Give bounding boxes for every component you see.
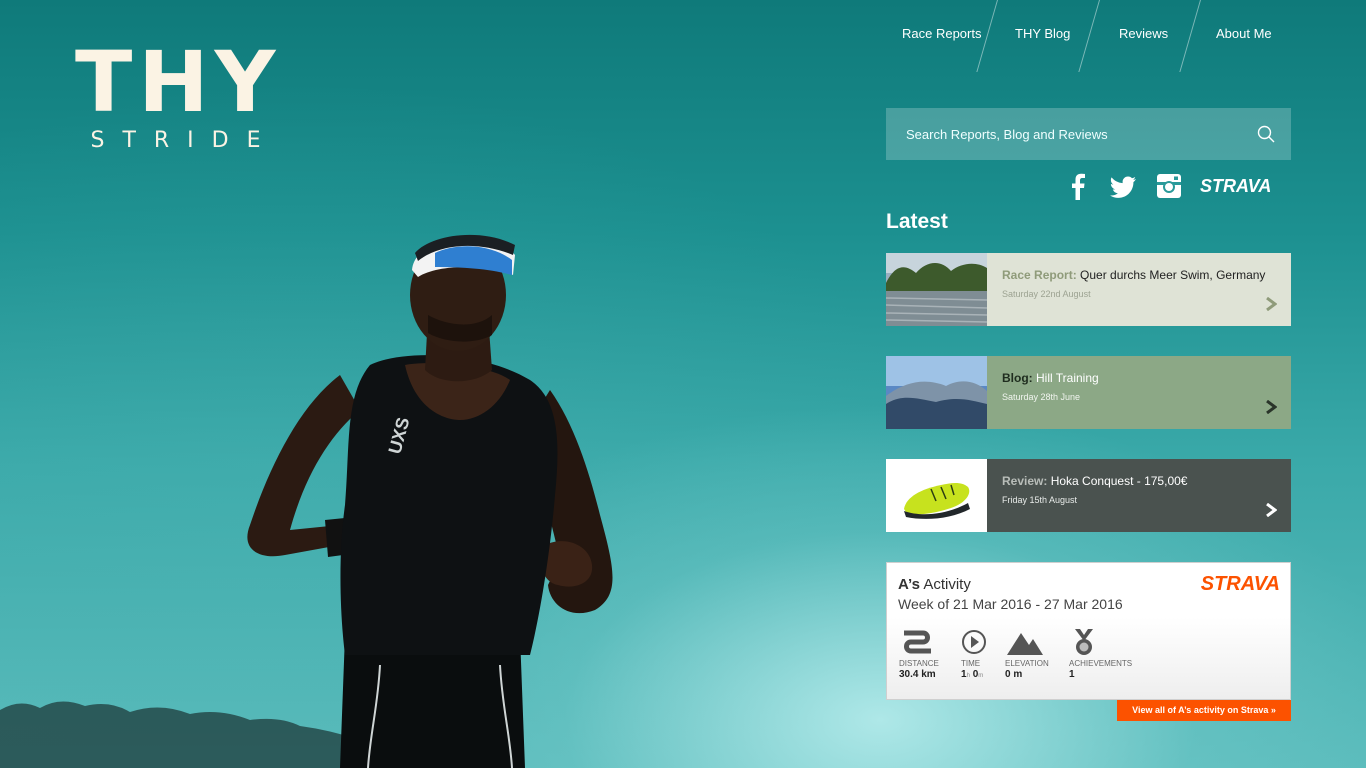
card-body: Review: Hoka Conquest - 175,00€ Friday 1… bbox=[987, 459, 1291, 532]
card-body: Race Report: Quer durchs Meer Swim, Germ… bbox=[987, 253, 1291, 326]
card-type-label: Blog: bbox=[1002, 371, 1033, 385]
search-input[interactable] bbox=[886, 108, 1246, 160]
nav-race-reports[interactable]: Race Reports bbox=[902, 26, 981, 41]
stat-distance: DISTANCE 30.4 km bbox=[899, 627, 939, 680]
main-nav: Race Reports THY Blog Reviews About Me bbox=[885, 0, 1295, 72]
stat-achievements: ACHIEVEMENTS 1 bbox=[1069, 627, 1132, 680]
facebook-icon[interactable] bbox=[1068, 172, 1088, 200]
twitter-icon[interactable] bbox=[1110, 172, 1138, 200]
nav-reviews[interactable]: Reviews bbox=[1119, 26, 1168, 41]
nav-separator bbox=[1179, 0, 1201, 72]
card-thumbnail-image bbox=[886, 253, 987, 326]
nav-separator bbox=[1078, 0, 1100, 72]
logo-sub-text: STRIDE bbox=[90, 128, 279, 153]
card-title-text: Quer durchs Meer Swim, Germany bbox=[1080, 268, 1266, 282]
strava-activity-widget: A’s Activity Week of 21 Mar 2016 - 27 Ma… bbox=[886, 562, 1291, 700]
strava-widget-title: A’s Activity bbox=[898, 576, 971, 593]
card-thumbnail-image bbox=[886, 459, 987, 532]
search-icon[interactable] bbox=[1257, 125, 1275, 143]
card-title-text: Hill Training bbox=[1036, 371, 1099, 385]
nav-thy-blog[interactable]: THY Blog bbox=[1015, 26, 1070, 41]
stat-value: 0 m bbox=[1005, 669, 1023, 680]
stat-time: TIME 1h 0m bbox=[961, 627, 987, 680]
stat-elevation: ELEVATION 0 m bbox=[1005, 627, 1049, 680]
search-bar bbox=[886, 108, 1291, 160]
activity-word: Activity bbox=[923, 576, 971, 593]
stat-label: TIME bbox=[961, 659, 981, 668]
stat-label: DISTANCE bbox=[899, 659, 939, 668]
latest-heading: Latest bbox=[886, 210, 948, 233]
card-date: Saturday 22nd August bbox=[1002, 289, 1091, 299]
chevron-right-icon[interactable] bbox=[1265, 503, 1277, 517]
stat-label: ACHIEVEMENTS bbox=[1069, 659, 1133, 668]
card-type-label: Review: bbox=[1002, 474, 1048, 488]
view-all-strava-link[interactable]: View all of A’s activity on Strava » bbox=[1117, 700, 1291, 721]
stat-label: ELEVATION bbox=[1005, 659, 1049, 668]
card-thumbnail-image bbox=[886, 356, 987, 429]
stat-value: 30.4 km bbox=[899, 669, 936, 680]
card-type-label: Race Report: bbox=[1002, 268, 1077, 282]
stat-value: 1h 0m bbox=[961, 669, 984, 680]
card-body: Blog: Hill Training Saturday 28th June bbox=[987, 356, 1291, 429]
chevron-right-icon[interactable] bbox=[1265, 297, 1277, 311]
latest-item-blog[interactable]: Blog: Hill Training Saturday 28th June bbox=[886, 356, 1291, 429]
latest-item-race-report[interactable]: Race Report: Quer durchs Meer Swim, Germ… bbox=[886, 253, 1291, 326]
medal-icon bbox=[1075, 629, 1093, 655]
card-date: Saturday 28th June bbox=[1002, 392, 1081, 402]
card-title-text: Hoka Conquest - 175,00€ bbox=[1050, 474, 1188, 488]
chevron-right-icon[interactable] bbox=[1265, 400, 1277, 414]
card-title: Review: Hoka Conquest - 175,00€ bbox=[1002, 474, 1187, 488]
card-title: Race Report: Quer durchs Meer Swim, Germ… bbox=[1002, 268, 1265, 282]
card-title: Blog: Hill Training bbox=[1002, 371, 1099, 385]
athlete-name: A’s bbox=[898, 576, 920, 593]
instagram-icon[interactable] bbox=[1156, 172, 1182, 200]
mountain-icon bbox=[1007, 633, 1043, 655]
nav-about-me[interactable]: About Me bbox=[1216, 26, 1272, 41]
latest-item-review[interactable]: Review: Hoka Conquest - 175,00€ Friday 1… bbox=[886, 459, 1291, 532]
strava-week: Week of 21 Mar 2016 - 27 Mar 2016 bbox=[898, 596, 1123, 612]
time-icon bbox=[962, 630, 986, 654]
runner-photo: UXS bbox=[247, 234, 613, 768]
site-logo[interactable]: THY STRIDE bbox=[75, 40, 280, 154]
card-date: Friday 15th August bbox=[1002, 495, 1078, 505]
stat-value: 1 bbox=[1069, 669, 1075, 680]
logo-main-text: THY bbox=[75, 33, 282, 131]
strava-logo[interactable]: STRAVA bbox=[1201, 573, 1280, 596]
strava-social-logo[interactable]: STRAVA bbox=[1200, 172, 1282, 200]
distance-icon bbox=[904, 630, 931, 654]
